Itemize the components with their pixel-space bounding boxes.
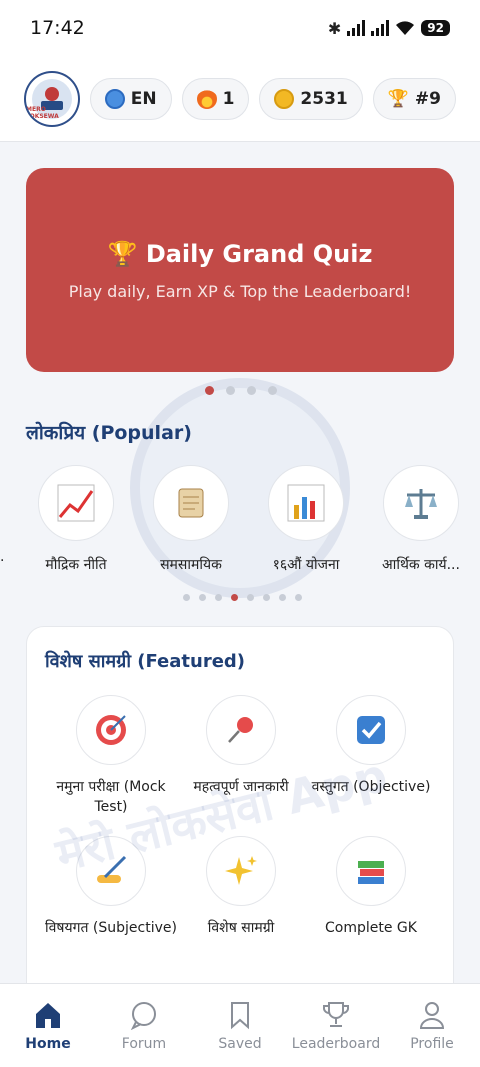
status-icons: ✱ 92 <box>328 19 450 38</box>
person-icon <box>417 1000 447 1030</box>
popular-section-title: लोकप्रिय (Popular) <box>26 422 192 444</box>
rank-value: #9 <box>414 88 441 109</box>
home-content[interactable]: 🏆 Daily Grand Quiz Play daily, Earn XP &… <box>0 143 480 983</box>
banner-title: 🏆 Daily Grand Quiz <box>107 239 373 268</box>
popular-prev-item-edge: . <box>0 549 5 565</box>
wifi-icon <box>396 21 415 35</box>
nav-profile[interactable]: Profile <box>384 984 480 1067</box>
fire-icon <box>196 88 217 109</box>
bottom-nav: Home Forum Saved Leaderboard Profile <box>0 983 480 1067</box>
pagination-dot[interactable] <box>199 594 206 601</box>
trophy-icon: 🏆 <box>387 88 409 109</box>
app-logo[interactable]: MERO LOKSEWA <box>24 70 80 127</box>
streak-count: 1 <box>222 88 235 109</box>
nav-label: Home <box>25 1035 71 1052</box>
nav-label: Forum <box>121 1035 167 1052</box>
popular-item[interactable]: समसामयिक <box>131 465 251 574</box>
nav-label: Leaderboard <box>291 1035 381 1052</box>
logo-text: MERO LOKSEWA <box>26 105 59 120</box>
pagination-dot[interactable] <box>279 594 286 601</box>
popular-item-label: मौद्रिक नीति <box>45 557 107 573</box>
popular-item-label: समसामयिक <box>160 557 222 573</box>
popular-item[interactable]: १६औं योजना <box>246 465 366 574</box>
nav-forum[interactable]: Forum <box>96 984 192 1067</box>
banner-pagination <box>205 386 277 395</box>
coin-icon <box>274 88 295 109</box>
language-button[interactable]: EN <box>89 77 172 120</box>
coins-button[interactable]: 2531 <box>259 77 363 120</box>
daily-quiz-banner[interactable]: 🏆 Daily Grand Quiz Play daily, Earn XP &… <box>26 168 454 372</box>
pin-icon <box>206 695 276 765</box>
pagination-dot[interactable] <box>263 594 270 601</box>
trophy-icon <box>321 1000 351 1030</box>
nav-leaderboard[interactable]: Leaderboard <box>288 984 384 1067</box>
scales-icon <box>383 465 459 541</box>
battery-indicator: 92 <box>421 20 450 36</box>
streak-button[interactable]: 1 <box>181 77 250 120</box>
pagination-dot[interactable] <box>215 594 222 601</box>
pagination-dot[interactable] <box>295 594 302 601</box>
popular-item-label: आर्थिक कार्य... <box>382 557 460 573</box>
nav-saved[interactable]: Saved <box>192 984 288 1067</box>
scroll-icon <box>153 465 229 541</box>
featured-item-label: विशेष सामग्री <box>207 920 275 936</box>
top-bar: MERO LOKSEWA EN 1 2531 🏆 #9 <box>0 56 480 142</box>
popular-item-label: १६औं योजना <box>272 557 340 573</box>
pagination-dot[interactable] <box>247 594 254 601</box>
popular-pagination <box>183 594 302 601</box>
pagination-dot[interactable] <box>268 386 277 395</box>
bar-chart-icon <box>268 465 344 541</box>
books-icon <box>336 836 406 906</box>
signal-icon-2 <box>371 20 390 36</box>
status-bar: 17:42 ✱ 92 <box>0 0 480 56</box>
chat-bubble-icon <box>129 1000 159 1030</box>
popular-item[interactable]: आर्थिक कार्य... <box>361 465 480 574</box>
status-time: 17:42 <box>30 17 85 39</box>
banner-subtitle: Play daily, Earn XP & Top the Leaderboar… <box>68 281 412 301</box>
featured-section-title: विशेष सामग्री (Featured) <box>45 651 246 672</box>
rank-button[interactable]: 🏆 #9 <box>372 77 456 120</box>
globe-icon <box>104 88 125 109</box>
pagination-dot[interactable] <box>205 386 214 395</box>
featured-item-label: Complete GK <box>325 920 417 936</box>
bookmark-icon <box>225 1000 255 1030</box>
nav-home[interactable]: Home <box>0 984 96 1067</box>
pagination-dot[interactable] <box>231 594 238 601</box>
nav-label: Profile <box>410 1035 454 1052</box>
featured-item-label: विषयगत (Subjective) <box>45 920 177 936</box>
home-icon <box>33 1000 63 1030</box>
target-icon <box>76 695 146 765</box>
pagination-dot[interactable] <box>226 386 235 395</box>
bluetooth-icon: ✱ <box>327 18 342 38</box>
coin-count: 2531 <box>300 88 348 109</box>
popular-item[interactable]: मौद्रिक नीति <box>16 465 136 574</box>
pagination-dot[interactable] <box>183 594 190 601</box>
language-label: EN <box>130 88 157 109</box>
chart-up-icon <box>38 465 114 541</box>
featured-item[interactable]: Complete GK <box>301 836 441 938</box>
signal-icon <box>347 20 366 36</box>
nav-label: Saved <box>218 1035 262 1052</box>
pagination-dot[interactable] <box>247 386 256 395</box>
